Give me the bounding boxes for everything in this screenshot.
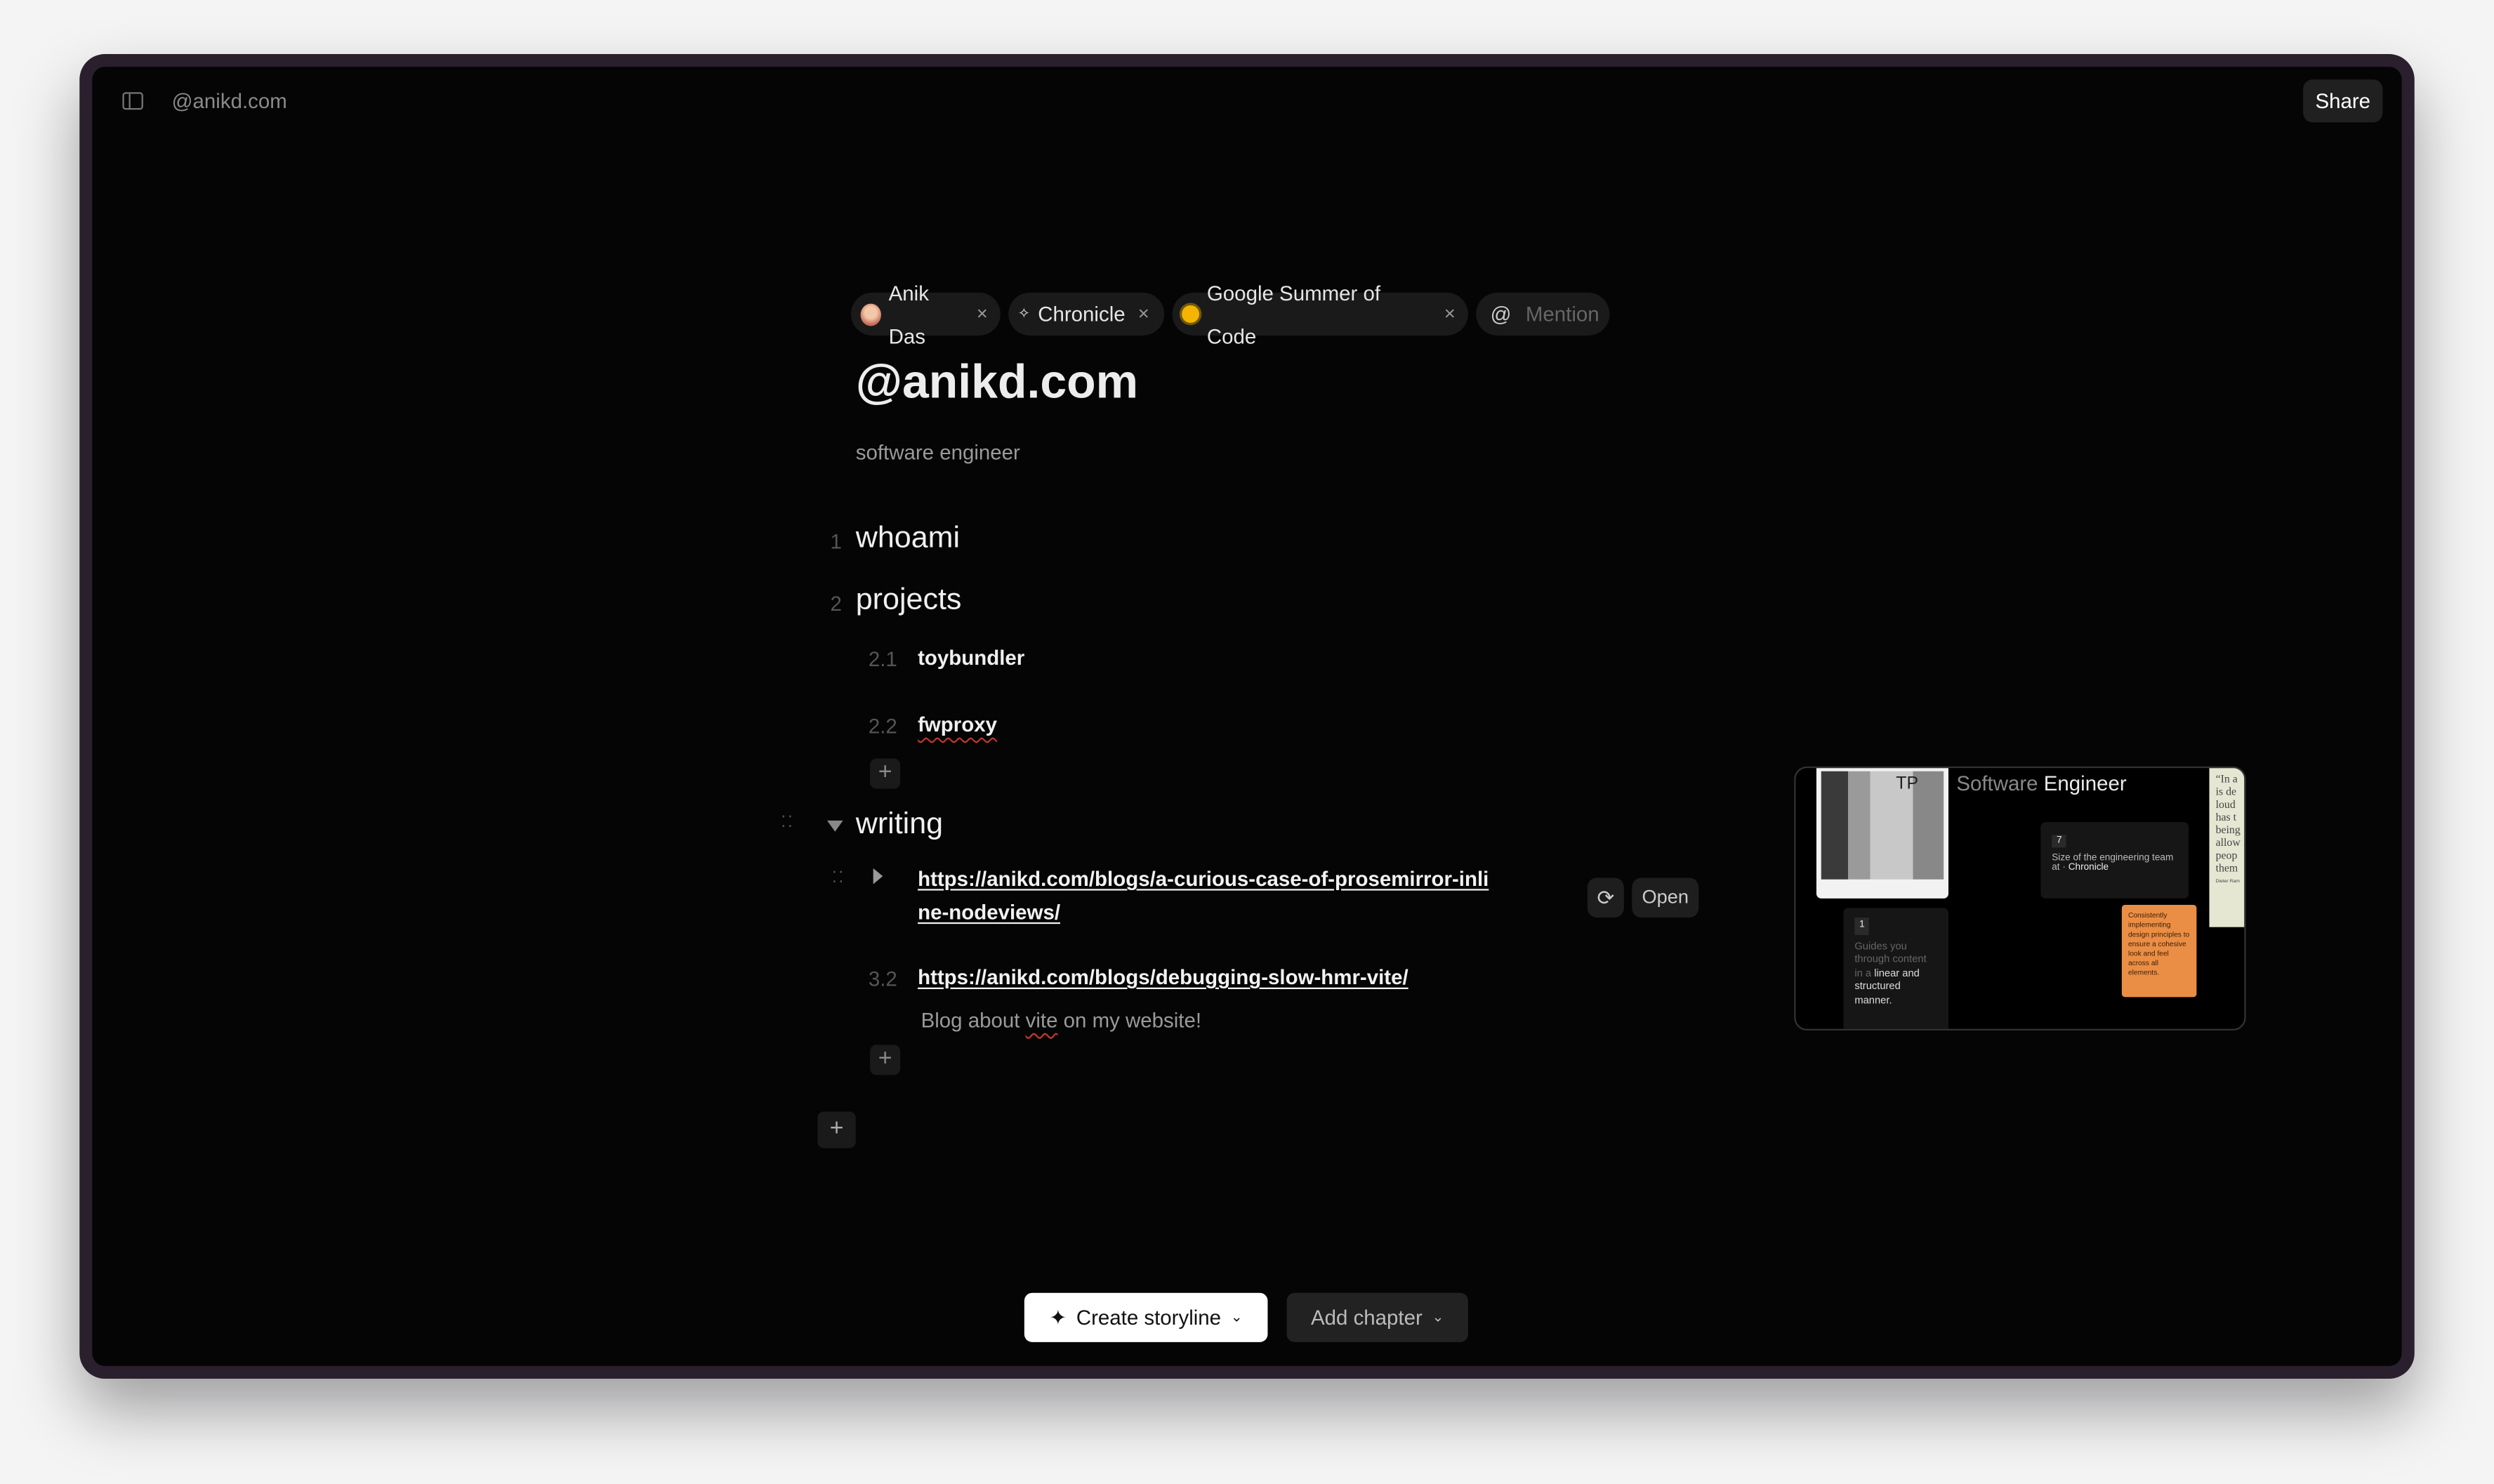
add-item-button[interactable]: +	[870, 758, 901, 789]
chip-anik-das[interactable]: Anik Das ×	[850, 281, 1001, 347]
section-number: 1	[830, 529, 842, 554]
storyline-preview[interactable]: TP Software Engineer 7 Size of the engine…	[1794, 766, 2246, 1031]
preview-info-card: 1 Guides you through content in a linear …	[1843, 908, 1948, 1029]
item-description[interactable]: Blog about vite on my website!	[921, 1008, 1201, 1032]
add-chapter-label: Add chapter	[1310, 1305, 1423, 1330]
preview-sticky-note: Consistently implementing design princip…	[2121, 904, 2197, 998]
chip-gsoc[interactable]: Google Summer of Code ×	[1172, 281, 1468, 347]
expand-triangle-icon[interactable]	[873, 868, 883, 885]
create-storyline-label: Create storyline	[1076, 1305, 1222, 1330]
sparkles-icon: ✦	[1049, 1304, 1067, 1329]
blog-link-vite[interactable]: https://anikd.com/blogs/debugging-slow-h…	[918, 960, 1408, 994]
chip-label: Google Summer of Code	[1206, 280, 1381, 347]
sidebar-toggle-icon[interactable]	[122, 92, 143, 110]
remove-chip-icon[interactable]: ×	[977, 293, 988, 336]
ai-refresh-button[interactable]: ⟳	[1587, 877, 1624, 918]
editor-screen: @anikd.com Share Anik Das × ✧ Chronicle …	[92, 67, 2402, 1366]
misspelled-word: vite	[1025, 1008, 1058, 1033]
sparkle-icon: ✧	[1017, 305, 1030, 322]
description-text: Blog about	[921, 1008, 1026, 1033]
section-writing[interactable]: writing	[856, 808, 943, 843]
item-number: 3.2	[868, 967, 897, 991]
preview-title: Software Engineer	[1956, 771, 2127, 795]
item-number: 2.2	[868, 714, 897, 738]
image-text: TP	[1896, 774, 1919, 794]
page-subtitle[interactable]: software engineer	[856, 440, 1020, 464]
item-toybundler[interactable]: toybundler	[918, 646, 1024, 670]
blog-link-prosemirror[interactable]: https://anikd.com/blogs/a-curious-case-o…	[918, 862, 1491, 929]
open-button[interactable]: Open	[1632, 877, 1699, 918]
chip-label: Chronicle	[1038, 302, 1126, 326]
item-fwproxy[interactable]: fwproxy	[918, 713, 997, 736]
section-projects[interactable]: projects	[856, 583, 962, 618]
mention-placeholder: Mention	[1525, 302, 1599, 326]
add-section-button[interactable]: +	[817, 1111, 856, 1148]
section-whoami[interactable]: whoami	[856, 522, 960, 557]
preview-image-card: TP	[1816, 768, 1948, 899]
breadcrumb: @anikd.com	[171, 88, 287, 113]
chevron-down-icon: ⌄	[1230, 1309, 1243, 1325]
chip-chronicle[interactable]: ✧ Chronicle ×	[1008, 292, 1165, 336]
collapse-triangle-icon[interactable]	[826, 820, 843, 832]
avatar	[860, 303, 881, 326]
at-icon: @	[1490, 302, 1512, 326]
share-button[interactable]: Share	[2303, 79, 2383, 123]
item-number: 2.1	[868, 647, 897, 671]
section-number: 2	[830, 591, 842, 616]
sparkle-refresh-icon: ⟳	[1597, 885, 1615, 910]
app-window: @anikd.com Share Anik Das × ✧ Chronicle …	[79, 54, 2415, 1379]
chip-label: Anik Das	[888, 280, 929, 347]
drag-handle-icon[interactable]: ⁚⁚	[781, 815, 797, 831]
gsoc-logo-icon	[1182, 305, 1199, 323]
description-text: on my website!	[1057, 1008, 1202, 1033]
remove-chip-icon[interactable]: ×	[1138, 293, 1149, 336]
drag-handle-icon[interactable]: ⁚⁚	[832, 870, 848, 887]
add-chapter-button[interactable]: Add chapter ⌄	[1286, 1292, 1468, 1342]
preview-stat-card: 7 Size of the engineering team at · Chron…	[2040, 822, 2189, 899]
mention-input[interactable]: @ Mention	[1476, 292, 1610, 336]
add-item-button[interactable]: +	[870, 1045, 901, 1075]
remove-chip-icon[interactable]: ×	[1444, 293, 1456, 336]
page-title[interactable]: @anikd.com	[856, 356, 1138, 410]
create-storyline-button[interactable]: ✦ Create storyline ⌄	[1024, 1292, 1268, 1342]
chevron-down-icon: ⌄	[1432, 1309, 1444, 1325]
preview-quote-card: “In a is de loud has t being allow peop …	[2209, 768, 2245, 927]
